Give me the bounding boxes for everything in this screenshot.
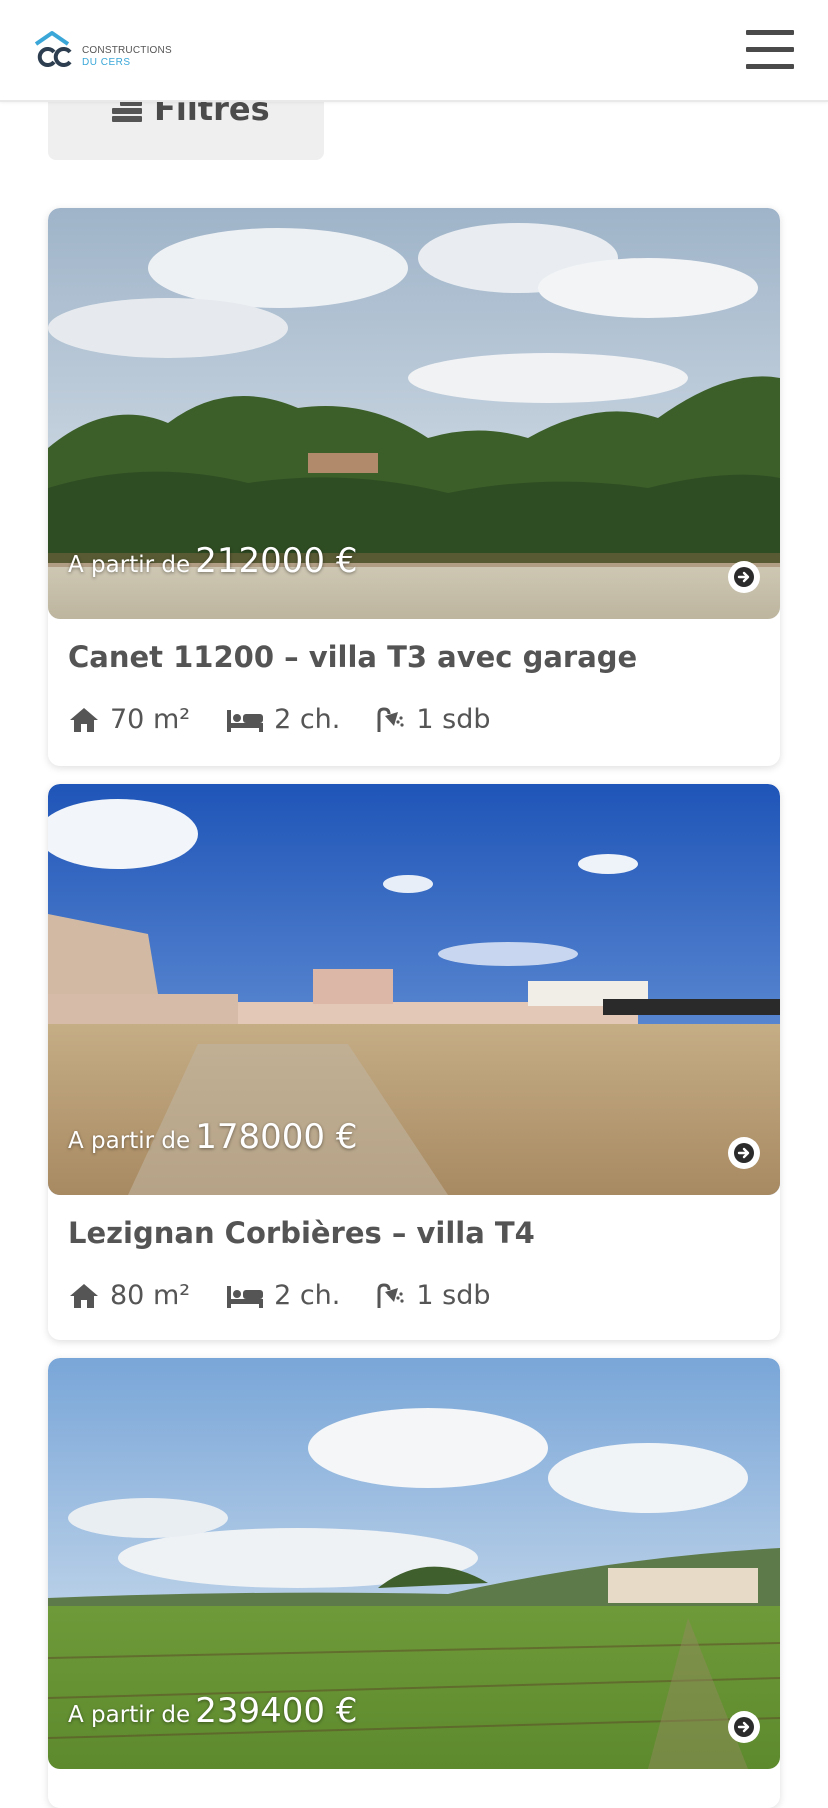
bedrooms-value: 2 ch. — [274, 704, 341, 735]
listing-price: A partir de 178000 € — [68, 1117, 357, 1157]
bathrooms-feature: 1 sdb — [376, 1280, 491, 1311]
bathrooms-value: 1 sdb — [416, 1280, 491, 1311]
price-amount: 178000 € — [195, 1117, 358, 1157]
listing-title[interactable]: Lezignan Corbières – villa T4 — [68, 1216, 535, 1250]
bed-icon — [226, 1284, 264, 1308]
bed-icon — [226, 708, 264, 732]
home-icon — [68, 706, 100, 734]
listing-price: A partir de 212000 € — [68, 541, 357, 581]
hamburger-icon-bar — [746, 64, 794, 69]
bathrooms-value: 1 sdb — [416, 704, 491, 735]
open-listing-button[interactable] — [728, 561, 760, 593]
area-feature: 80 m² — [68, 1280, 190, 1311]
hamburger-icon-bar — [746, 47, 794, 52]
logo-mark-icon — [34, 31, 72, 67]
listing-price: A partir de 239400 € — [68, 1691, 357, 1731]
area-value: 80 m² — [110, 1280, 191, 1311]
brand-logo[interactable]: CONSTRUCTIONS DU CERS — [34, 30, 184, 70]
price-prefix: A partir de — [68, 1702, 191, 1728]
price-amount: 212000 € — [195, 541, 358, 581]
listing-features: 70 m² 2 ch. 1 sdb — [68, 704, 527, 735]
listing-title[interactable]: Canet 11200 – villa T3 avec garage — [68, 640, 637, 674]
listing-card[interactable]: A partir de 178000 € Lezignan Corbières … — [48, 784, 780, 1340]
area-value: 70 m² — [110, 704, 191, 735]
listing-features: 80 m² 2 ch. 1 sdb — [68, 1280, 527, 1311]
arrow-right-circle-icon — [734, 1143, 754, 1163]
listing-photo: A partir de 239400 € — [48, 1358, 780, 1769]
brand-name-line2: DU CERS — [82, 57, 131, 68]
price-prefix: A partir de — [68, 1128, 191, 1154]
listing-card[interactable]: A partir de 239400 € — [48, 1358, 780, 1808]
site-header: CONSTRUCTIONS DU CERS — [0, 0, 828, 102]
listing-photo: A partir de 212000 € — [48, 208, 780, 619]
bathrooms-feature: 1 sdb — [376, 704, 491, 735]
bedrooms-value: 2 ch. — [274, 1280, 341, 1311]
menu-button[interactable] — [746, 30, 796, 70]
brand-name-line1: CONSTRUCTIONS — [82, 45, 172, 56]
area-feature: 70 m² — [68, 704, 190, 735]
price-prefix: A partir de — [68, 552, 191, 578]
shower-icon — [376, 1282, 406, 1310]
arrow-right-circle-icon — [734, 1717, 754, 1737]
arrow-right-circle-icon — [734, 567, 754, 587]
hamburger-icon — [746, 30, 794, 35]
open-listing-button[interactable] — [728, 1137, 760, 1169]
price-amount: 239400 € — [195, 1691, 358, 1731]
shower-icon — [376, 706, 406, 734]
listing-photo: A partir de 178000 € — [48, 784, 780, 1195]
bedrooms-feature: 2 ch. — [226, 704, 340, 735]
open-listing-button[interactable] — [728, 1711, 760, 1743]
bedrooms-feature: 2 ch. — [226, 1280, 340, 1311]
home-icon — [68, 1282, 100, 1310]
listing-card[interactable]: A partir de 212000 € Canet 11200 – villa… — [48, 208, 780, 766]
